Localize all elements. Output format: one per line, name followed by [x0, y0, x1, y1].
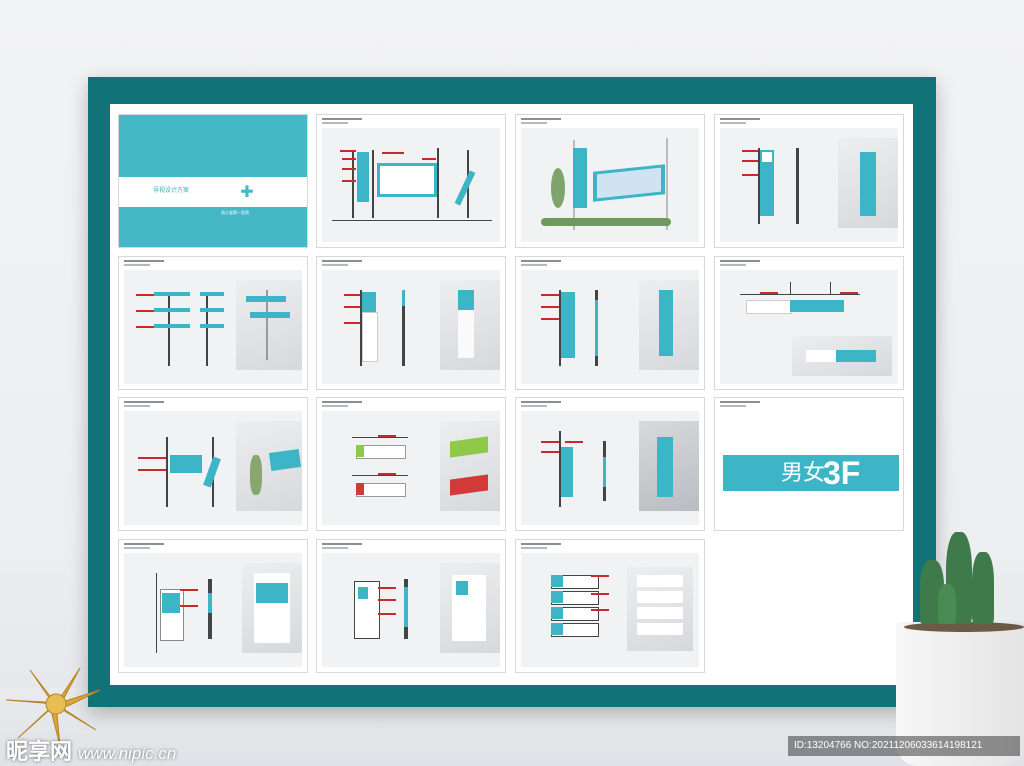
hospital-logo-icon: ✚	[233, 179, 261, 207]
cactus-stem	[972, 552, 994, 624]
floor-number: 3F	[823, 455, 861, 491]
restroom-floor-sign: 男女 3F	[723, 455, 899, 491]
watermark-url: www.nipic.cn	[78, 744, 177, 763]
cover-org: 浙江省第一医院	[221, 210, 249, 215]
board-pylon-a	[316, 256, 506, 390]
cover-band	[119, 177, 307, 207]
board-pylon-b	[515, 256, 705, 390]
cactus-stem	[938, 584, 956, 624]
board-room-plate	[316, 539, 506, 673]
board-gate-sign	[316, 114, 506, 248]
image-id-bar: ID:13204766 NO:20211206033614198121	[788, 736, 1020, 756]
restroom-icon: 男女	[781, 460, 826, 485]
board-wall-projecting	[515, 397, 705, 531]
board-floor-directory	[515, 539, 705, 673]
board-directional-post	[118, 256, 308, 390]
board-restroom-floor: 男女 3F	[714, 397, 904, 531]
board-hanging-sign	[714, 256, 904, 390]
board-directional-arrow	[118, 397, 308, 531]
cover-title: 导视设计方案	[153, 188, 190, 194]
board-hanging-colored	[316, 397, 506, 531]
board-parking-sign	[714, 114, 904, 248]
site-watermark: 昵享网 www.nipic.cn	[6, 734, 176, 766]
board-door-plate	[118, 539, 308, 673]
watermark-brand: 昵享网	[6, 739, 73, 764]
cover-board: 导视设计方案 ✚ 浙江省第一医院	[118, 114, 308, 248]
board-gate-photo	[515, 114, 705, 248]
